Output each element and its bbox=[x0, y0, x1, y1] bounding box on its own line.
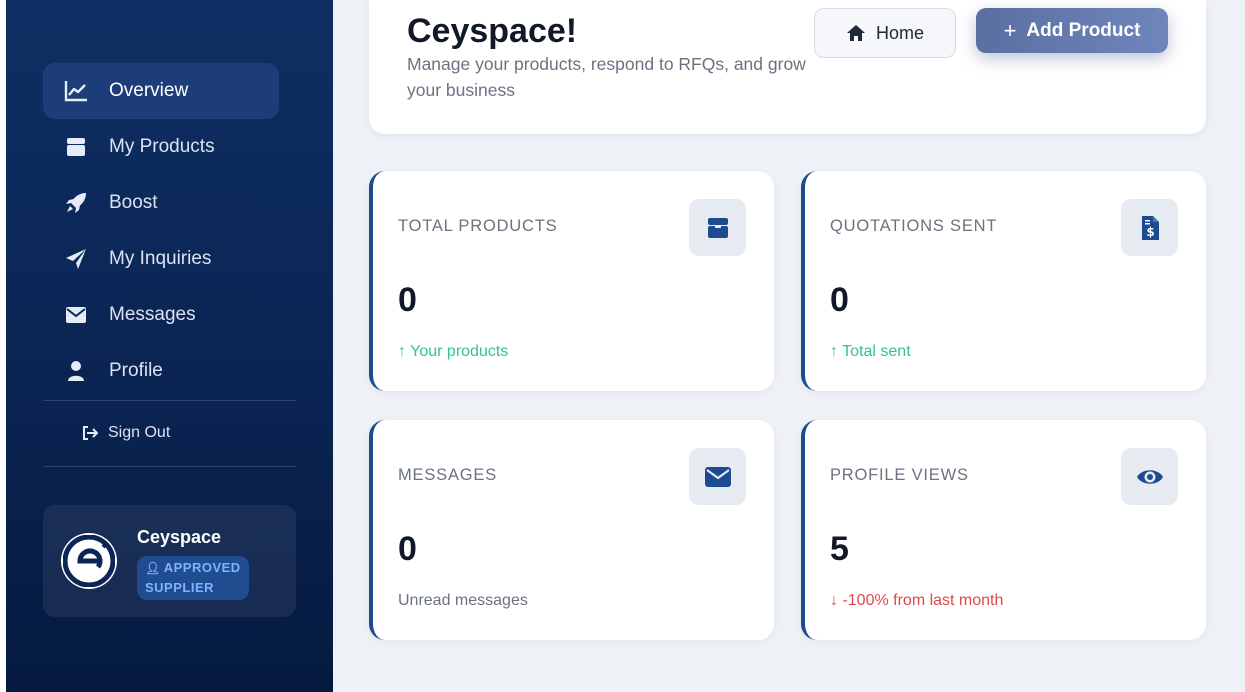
sidebar-item-label: My Inquiries bbox=[109, 248, 212, 269]
stat-label: MESSAGES bbox=[398, 466, 498, 484]
sidebar-divider bbox=[43, 466, 296, 467]
sidebar-item-label: Boost bbox=[109, 192, 158, 213]
box-icon bbox=[689, 199, 746, 256]
sidebar-item-overview[interactable]: Overview bbox=[43, 63, 279, 119]
envelope-icon bbox=[63, 304, 89, 326]
home-button-label: Home bbox=[875, 22, 924, 43]
add-product-button[interactable]: + Add Product bbox=[976, 8, 1168, 53]
sign-out-icon bbox=[82, 426, 100, 440]
stat-label: QUOTATIONS SENT bbox=[830, 217, 998, 235]
approved-supplier-badge: 👤︎ APPROVED SUPPLIER bbox=[137, 556, 249, 600]
box-icon bbox=[63, 136, 89, 158]
rocket-icon bbox=[63, 192, 89, 214]
sidebar-item-profile[interactable]: Profile bbox=[43, 343, 279, 399]
header-card: Ceyspace! Manage your products, respond … bbox=[369, 0, 1206, 134]
stat-note: ↓ -100% from last month bbox=[830, 592, 1004, 609]
stat-card-quotations-sent: QUOTATIONS SENT $ 0 ↑ Total sent bbox=[801, 171, 1206, 391]
sidebar-item-label: My Products bbox=[109, 136, 215, 157]
add-product-label: Add Product bbox=[1026, 19, 1141, 41]
stat-label: TOTAL PRODUCTS bbox=[398, 217, 558, 235]
page-title: Ceyspace! bbox=[407, 12, 578, 50]
page-subtitle: Manage your products, respond to RFQs, a… bbox=[407, 54, 806, 100]
profile-card[interactable]: Ceyspace 👤︎ APPROVED SUPPLIER bbox=[43, 505, 296, 617]
main-content: Ceyspace! Manage your products, respond … bbox=[333, 0, 1245, 692]
home-button[interactable]: Home bbox=[814, 8, 956, 58]
sidebar-item-my-products[interactable]: My Products bbox=[43, 119, 279, 175]
stat-card-profile-views: PROFILE VIEWS 5 ↓ -100% from last month bbox=[801, 420, 1206, 640]
stat-card-total-products: TOTAL PRODUCTS 0 ↑ Your products bbox=[369, 171, 774, 391]
stat-note: ↑ Your products bbox=[398, 343, 509, 360]
user-check-icon: 👤︎ bbox=[145, 561, 161, 575]
stat-value: 5 bbox=[830, 530, 849, 568]
sidebar-item-boost[interactable]: Boost bbox=[43, 175, 279, 231]
stat-note: Unread messages bbox=[398, 592, 528, 609]
stat-value: 0 bbox=[830, 281, 849, 319]
sidebar-divider bbox=[43, 400, 296, 401]
stat-value: 0 bbox=[398, 281, 417, 319]
envelope-icon bbox=[689, 448, 746, 505]
stat-card-messages: MESSAGES 0 Unread messages bbox=[369, 420, 774, 640]
sidebar-item-label: Overview bbox=[109, 80, 189, 101]
chart-line-icon bbox=[63, 80, 89, 102]
stat-note: ↑ Total sent bbox=[830, 343, 911, 360]
sidebar-item-label: Profile bbox=[109, 360, 163, 381]
user-icon bbox=[63, 360, 89, 382]
sidebar-item-label: Messages bbox=[109, 304, 196, 325]
sidebar-item-my-inquiries[interactable]: My Inquiries bbox=[43, 231, 279, 287]
sign-out-link[interactable]: Sign Out bbox=[82, 420, 170, 446]
avatar bbox=[61, 533, 117, 589]
sidebar-item-messages[interactable]: Messages bbox=[43, 287, 279, 343]
sidebar: Overview My Products Boost My Inquiries … bbox=[6, 0, 333, 692]
ceyspace-logo-icon bbox=[63, 535, 115, 587]
stat-value: 0 bbox=[398, 530, 417, 568]
svg-text:$: $ bbox=[1146, 225, 1154, 239]
profile-name: Ceyspace bbox=[137, 527, 222, 547]
home-icon bbox=[846, 24, 866, 42]
paper-plane-icon bbox=[63, 248, 89, 270]
stat-label: PROFILE VIEWS bbox=[830, 466, 969, 484]
invoice-dollar-icon: $ bbox=[1121, 199, 1178, 256]
sign-out-label: Sign Out bbox=[108, 424, 171, 441]
plus-icon: + bbox=[1003, 17, 1017, 43]
eye-icon bbox=[1121, 448, 1178, 505]
